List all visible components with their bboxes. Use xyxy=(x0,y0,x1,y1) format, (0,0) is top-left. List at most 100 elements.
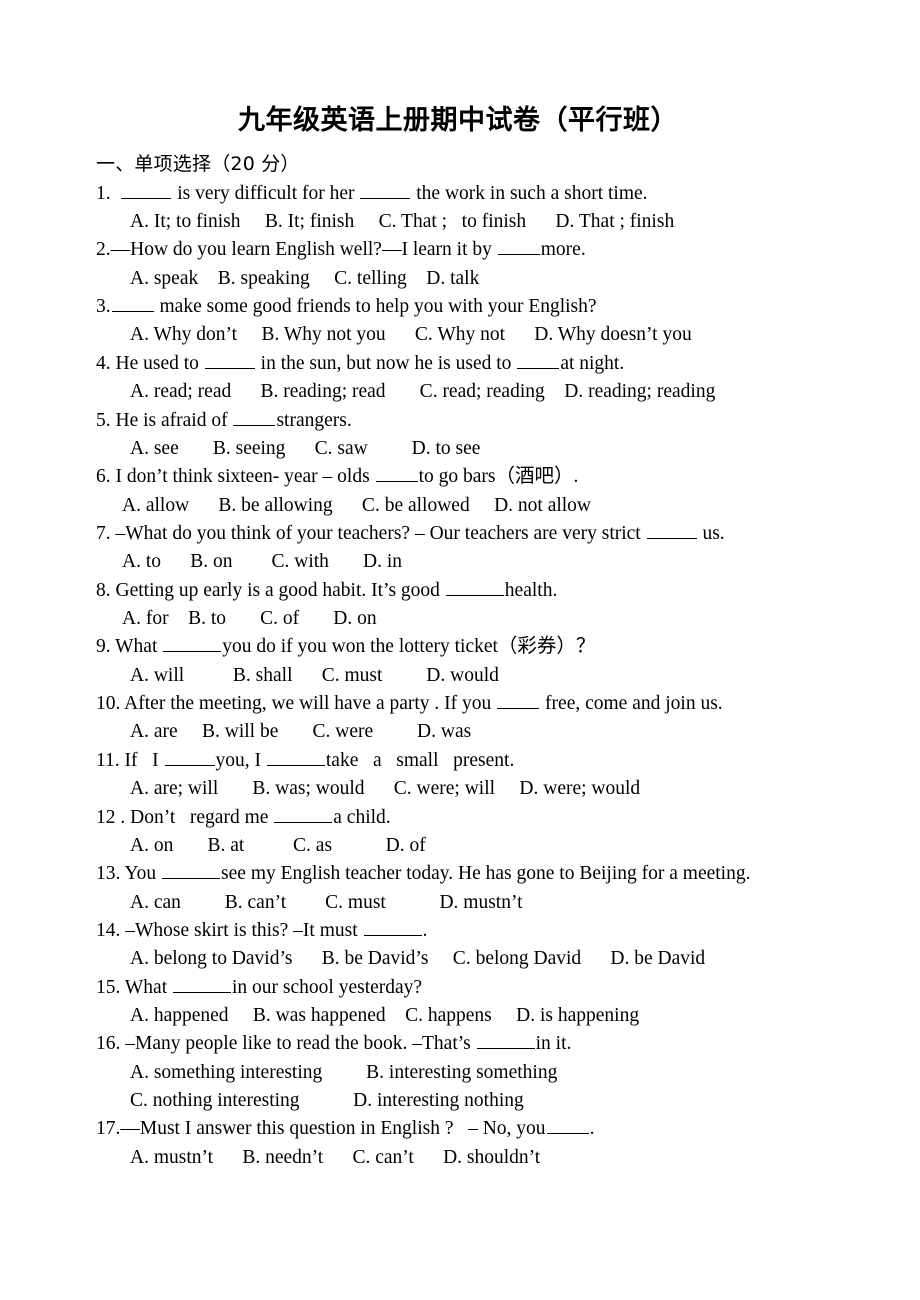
question-options[interactable]: A. mustn’t B. needn’t C. can’t D. should… xyxy=(96,1144,832,1172)
question-options[interactable]: A. will B. shall C. must D. would xyxy=(96,662,832,690)
answer-blank[interactable] xyxy=(163,633,222,653)
stem-part: 10. After the meeting, we will have a pa… xyxy=(96,693,497,715)
question-stem: 5. He is afraid of strangers. xyxy=(96,407,832,435)
question-options[interactable]: A. speak B. speaking C. telling D. talk xyxy=(96,265,832,293)
stem-part: 14. –Whose skirt is this? –It must xyxy=(96,919,363,941)
stem-part: take a small present. xyxy=(325,749,515,771)
stem-part: 8. Getting up early is a good habit. It’… xyxy=(96,579,445,601)
question-13: 13. You see my English teacher today. He… xyxy=(96,860,832,917)
stem-part: 7. –What do you think of your teachers? … xyxy=(96,522,646,544)
question-5: 5. He is afraid of strangers. A. see B. … xyxy=(96,407,832,464)
stem-part: 1. xyxy=(96,182,121,204)
question-stem: 13. You see my English teacher today. He… xyxy=(96,860,832,888)
question-stem: 8. Getting up early is a good habit. It’… xyxy=(96,577,832,605)
answer-blank[interactable] xyxy=(497,236,540,256)
question-14: 14. –Whose skirt is this? –It must . A. … xyxy=(96,917,832,974)
answer-blank[interactable] xyxy=(646,520,697,539)
stem-part: health. xyxy=(504,579,558,601)
question-stem: 7. –What do you think of your teachers? … xyxy=(96,520,832,548)
question-stem: 10. After the meeting, we will have a pa… xyxy=(96,690,832,718)
stem-part: 12 . Don’t regard me xyxy=(96,806,274,828)
question-stem: 9. What you do if you won the lottery ti… xyxy=(96,633,832,661)
question-17: 17.—Must I answer this question in Engli… xyxy=(96,1115,832,1172)
question-3: 3. make some good friends to help you wi… xyxy=(96,293,832,350)
stem-part: in the sun, but now he is used to xyxy=(255,352,517,374)
stem-part: 3. xyxy=(96,296,111,318)
stem-part: you do if you won the lottery ticket（彩券）… xyxy=(222,636,596,658)
question-options[interactable]: A. can B. can’t C. must D. mustn’t xyxy=(96,889,832,917)
stem-part: 11. If I xyxy=(96,749,164,771)
stem-part: in it. xyxy=(535,1033,572,1055)
stem-part: 5. He is afraid of xyxy=(96,409,233,431)
stem-part: at night. xyxy=(560,352,625,374)
question-1: 1. is very difficult for her the work in… xyxy=(96,180,832,237)
stem-part: 13. You xyxy=(96,863,162,885)
answer-blank[interactable] xyxy=(233,407,276,426)
answer-blank[interactable] xyxy=(546,1116,589,1135)
stem-part: 9. What xyxy=(96,636,163,658)
question-stem: 2.—How do you learn English well?—I lear… xyxy=(96,236,832,264)
answer-blank[interactable] xyxy=(162,860,221,880)
question-options[interactable]: A. read; read B. reading; read C. read; … xyxy=(96,378,832,406)
question-options[interactable]: A. for B. to C. of D. on xyxy=(96,605,832,633)
question-options[interactable]: A. Why don’t B. Why not you C. Why not D… xyxy=(96,321,832,349)
question-options-second-row[interactable]: C. nothing interesting D. interesting no… xyxy=(96,1087,832,1115)
question-stem: 4. He used to in the sun, but now he is … xyxy=(96,350,832,378)
answer-blank[interactable] xyxy=(164,747,215,766)
answer-blank[interactable] xyxy=(517,350,560,369)
question-6: 6. I don’t think sixteen- year – olds to… xyxy=(96,463,832,520)
stem-part: 17.—Must I answer this question in Engli… xyxy=(96,1118,546,1140)
stem-part: the work in such a short time. xyxy=(411,182,648,204)
question-stem: 16. –Many people like to read the book. … xyxy=(96,1030,832,1058)
stem-part: . xyxy=(422,919,428,941)
question-list: 1. is very difficult for her the work in… xyxy=(96,180,832,1173)
answer-blank[interactable] xyxy=(476,1030,535,1050)
answer-blank[interactable] xyxy=(375,463,418,483)
stem-part: see my English teacher today. He has gon… xyxy=(221,863,751,885)
stem-part: 6. I don’t think sixteen- year – olds xyxy=(96,466,375,488)
question-options[interactable]: A. belong to David’s B. be David’s C. be… xyxy=(96,945,832,973)
question-options[interactable]: A. It; to finish B. It; finish C. That ;… xyxy=(96,208,832,236)
answer-blank[interactable] xyxy=(445,577,504,596)
question-stem: 1. is very difficult for her the work in… xyxy=(96,180,832,208)
stem-part: a child. xyxy=(333,806,391,828)
answer-blank[interactable] xyxy=(363,917,422,936)
question-11: 11. If I you, I take a small present. A.… xyxy=(96,747,832,804)
answer-blank[interactable] xyxy=(173,974,232,993)
answer-blank[interactable] xyxy=(274,804,333,823)
stem-part: free, come and join us. xyxy=(540,693,723,715)
question-9: 9. What you do if you won the lottery ti… xyxy=(96,633,832,690)
question-options[interactable]: A. are B. will be C. were D. was xyxy=(96,718,832,746)
stem-part: us. xyxy=(697,522,725,544)
answer-blank[interactable] xyxy=(266,747,325,766)
question-12: 12 . Don’t regard me a child. A. on B. a… xyxy=(96,804,832,861)
answer-blank[interactable] xyxy=(111,293,154,313)
question-stem: 6. I don’t think sixteen- year – olds to… xyxy=(96,463,832,491)
question-options[interactable]: A. are; will B. was; would C. were; will… xyxy=(96,775,832,803)
question-stem: 14. –Whose skirt is this? –It must . xyxy=(96,917,832,945)
question-stem: 11. If I you, I take a small present. xyxy=(96,747,832,775)
stem-part: to go bars（酒吧）. xyxy=(418,466,579,488)
question-options[interactable]: A. see B. seeing C. saw D. to see xyxy=(96,435,832,463)
answer-blank[interactable] xyxy=(121,180,172,199)
question-options[interactable]: A. happened B. was happened C. happens D… xyxy=(96,1002,832,1030)
answer-blank[interactable] xyxy=(360,180,411,199)
stem-part: more. xyxy=(540,239,586,261)
stem-part: strangers. xyxy=(276,409,352,431)
stem-part: 15. What xyxy=(96,976,173,998)
question-options[interactable]: A. something interesting B. interesting … xyxy=(96,1059,832,1087)
question-2: 2.—How do you learn English well?—I lear… xyxy=(96,236,832,293)
stem-part: 4. He used to xyxy=(96,352,204,374)
question-stem: 12 . Don’t regard me a child. xyxy=(96,804,832,832)
answer-blank[interactable] xyxy=(497,690,540,710)
answer-blank[interactable] xyxy=(204,350,255,369)
question-options[interactable]: A. allow B. be allowing C. be allowed D.… xyxy=(96,492,832,520)
stem-part: 16. –Many people like to read the book. … xyxy=(96,1033,476,1055)
question-8: 8. Getting up early is a good habit. It’… xyxy=(96,577,832,634)
stem-part: make some good friends to help you with … xyxy=(154,296,597,318)
stem-part: you, I xyxy=(215,749,266,771)
question-options[interactable]: A. on B. at C. as D. of xyxy=(96,832,832,860)
question-10: 10. After the meeting, we will have a pa… xyxy=(96,690,832,747)
stem-part: 2.—How do you learn English well?—I lear… xyxy=(96,239,497,261)
question-options[interactable]: A. to B. on C. with D. in xyxy=(96,548,832,576)
